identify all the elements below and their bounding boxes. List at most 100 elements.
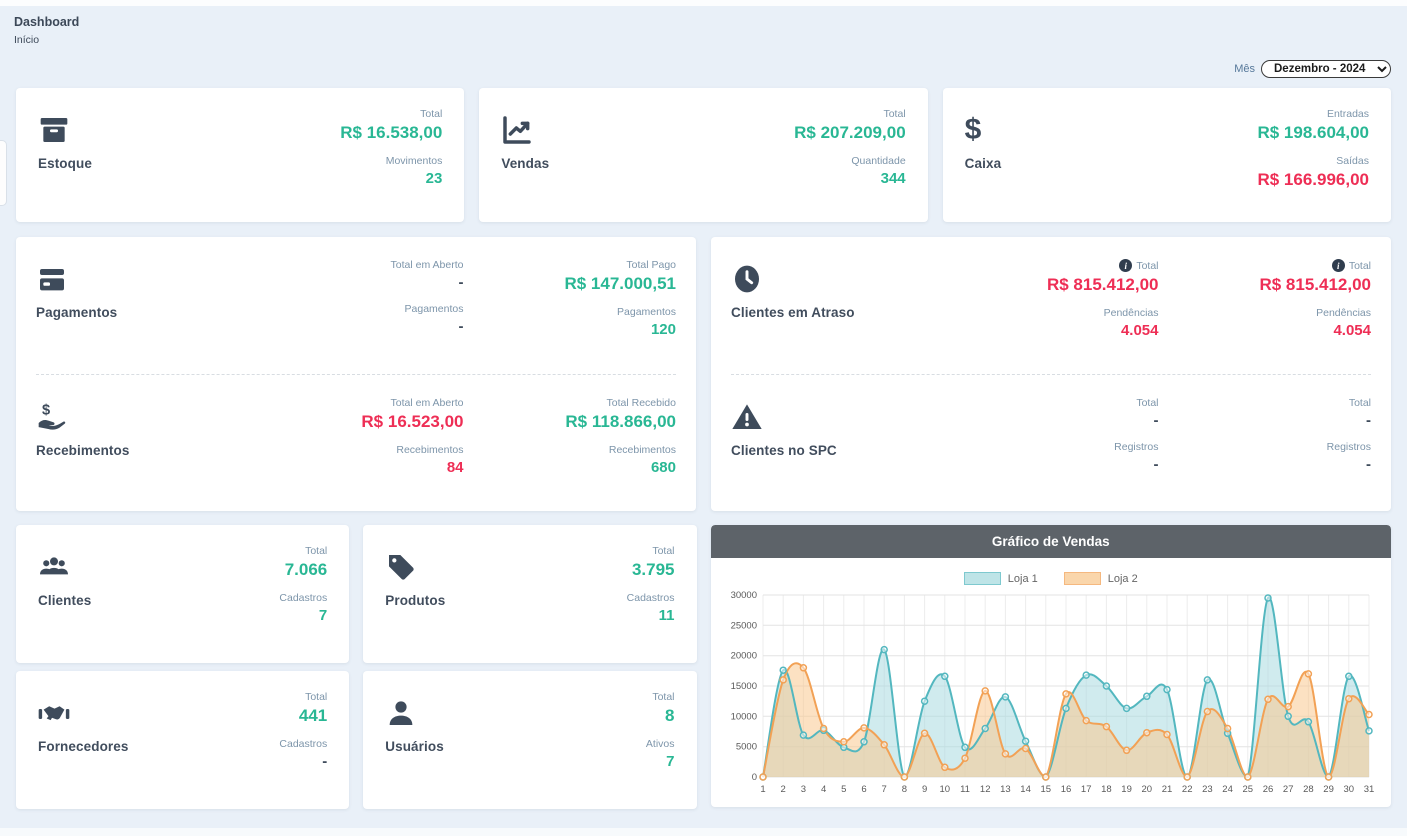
svg-text:20: 20 — [1141, 784, 1152, 795]
stat-label: Total Recebido — [565, 397, 676, 409]
users-icon — [38, 551, 70, 583]
svg-text:2: 2 — [780, 784, 785, 795]
bottom-strip — [0, 828, 1407, 836]
svg-text:19: 19 — [1121, 784, 1132, 795]
stat-label: iTotal — [1259, 259, 1371, 272]
stat-value: R$ 207.209,00 — [794, 123, 906, 143]
svg-text:9: 9 — [921, 784, 926, 795]
stat-label: Total — [794, 108, 906, 120]
tag-icon — [385, 551, 417, 583]
svg-text:16: 16 — [1060, 784, 1071, 795]
stat-label: Pagamentos — [617, 306, 676, 318]
svg-text:31: 31 — [1363, 784, 1374, 795]
page-title: Dashboard — [14, 15, 1391, 29]
card-title: Recebimentos — [36, 443, 251, 458]
stat-value: R$ 16.538,00 — [340, 123, 442, 143]
svg-text:22: 22 — [1181, 784, 1192, 795]
credit-card-icon — [36, 263, 68, 295]
month-filter-label: Mês — [1234, 63, 1255, 75]
hand-dollar-icon: $ — [36, 401, 68, 433]
svg-text:0: 0 — [751, 772, 756, 783]
legend-label: Loja 1 — [1008, 573, 1038, 585]
stat-label: Registros — [1327, 441, 1371, 453]
stat-label: Movimentos — [386, 155, 443, 167]
card-title: Usuários — [385, 739, 444, 754]
card-usuarios: Usuários Total 8 Ativos 7 — [363, 671, 696, 809]
legend-item-loja2[interactable]: Loja 2 — [1064, 572, 1138, 585]
stat-value: - — [1114, 456, 1158, 473]
stat-value: R$ 198.604,00 — [1257, 123, 1369, 143]
stat-label: Total — [632, 545, 675, 557]
stat-label: Pagamentos — [405, 303, 464, 315]
stat-value: 8 — [652, 706, 674, 726]
svg-text:25: 25 — [1242, 784, 1253, 795]
svg-text:14: 14 — [1020, 784, 1031, 795]
card-clientes-atraso-spc: Clientes em Atraso iTotal R$ 815.412,00 … — [711, 237, 1391, 511]
info-icon[interactable]: i — [1332, 259, 1345, 272]
stat-value: R$ 118.866,00 — [565, 412, 676, 432]
legend-label: Loja 2 — [1108, 573, 1138, 585]
svg-text:10: 10 — [939, 784, 950, 795]
svg-text:17: 17 — [1080, 784, 1091, 795]
svg-text:6: 6 — [861, 784, 866, 795]
stat-label: Cadastros — [279, 738, 327, 750]
svg-text:21: 21 — [1161, 784, 1172, 795]
month-select[interactable]: Dezembro - 2024 — [1261, 60, 1391, 78]
box-icon — [38, 114, 70, 146]
info-icon[interactable]: i — [1119, 259, 1132, 272]
svg-text:12: 12 — [979, 784, 990, 795]
page-header: Dashboard Início — [0, 6, 1407, 46]
svg-text:1: 1 — [760, 784, 765, 795]
card-vendas: Vendas Total R$ 207.209,00 Quantidade 34… — [479, 88, 927, 222]
stat-label: Total — [340, 108, 442, 120]
sidebar-edge-handle[interactable] — [0, 140, 7, 206]
stat-label: Total em Aberto — [391, 259, 464, 271]
svg-text:8: 8 — [901, 784, 906, 795]
stat-label: Total — [1349, 397, 1371, 409]
stat-value: R$ 16.523,00 — [361, 412, 463, 432]
stat-value: 4.054 — [1316, 322, 1371, 339]
stat-label: Pendências — [1316, 307, 1371, 319]
sales-chart-svg[interactable]: 0500010000150002000025000300001234567891… — [721, 587, 1377, 801]
card-title: Estoque — [38, 156, 92, 171]
stat-value: 3.795 — [632, 560, 675, 580]
card-clientes: Clientes Total 7.066 Cadastros 7 — [16, 525, 349, 663]
legend-item-loja1[interactable]: Loja 1 — [964, 572, 1038, 585]
svg-text:27: 27 — [1282, 784, 1293, 795]
stat-label: Recebimentos — [396, 444, 463, 456]
svg-text:26: 26 — [1262, 784, 1273, 795]
card-title: Vendas — [501, 156, 549, 171]
svg-text:24: 24 — [1222, 784, 1233, 795]
card-produtos: Produtos Total 3.795 Cadastros 11 — [363, 525, 696, 663]
section-recebimentos: $ Recebimentos Total em Aberto R$ 16.523… — [36, 374, 676, 512]
clock-icon — [731, 263, 763, 295]
svg-text:23: 23 — [1202, 784, 1213, 795]
svg-text:3: 3 — [800, 784, 805, 795]
stat-value: - — [1349, 412, 1371, 429]
legend-swatch-1 — [1064, 572, 1101, 585]
section-clientes-atraso: Clientes em Atraso iTotal R$ 815.412,00 … — [731, 237, 1371, 374]
stat-value: 7 — [646, 753, 675, 770]
svg-text:11: 11 — [960, 784, 970, 795]
handshake-icon — [38, 697, 70, 729]
stat-value: - — [391, 274, 464, 291]
card-title: Clientes no SPC — [731, 443, 946, 458]
svg-text:10000: 10000 — [730, 711, 756, 722]
stat-value: R$ 815.412,00 — [1047, 275, 1159, 295]
stat-value: 680 — [609, 459, 676, 476]
stat-label: Cadastros — [627, 592, 675, 604]
stat-label: Recebimentos — [609, 444, 676, 456]
legend-swatch-0 — [964, 572, 1001, 585]
svg-text:15: 15 — [1040, 784, 1051, 795]
stat-label: iTotal — [1047, 259, 1159, 272]
stat-value: 344 — [851, 170, 905, 187]
month-filter: Mês Dezembro - 2024 — [16, 60, 1391, 78]
svg-text:18: 18 — [1101, 784, 1112, 795]
stat-value: 7.066 — [285, 560, 328, 580]
card-estoque: Estoque Total R$ 16.538,00 Movimentos 23 — [16, 88, 464, 222]
dollar-icon: $ — [965, 114, 1002, 146]
breadcrumb: Início — [14, 34, 1391, 46]
stat-label: Total em Aberto — [361, 397, 463, 409]
stat-label: Total Pago — [564, 259, 676, 271]
stat-value: - — [405, 318, 464, 335]
